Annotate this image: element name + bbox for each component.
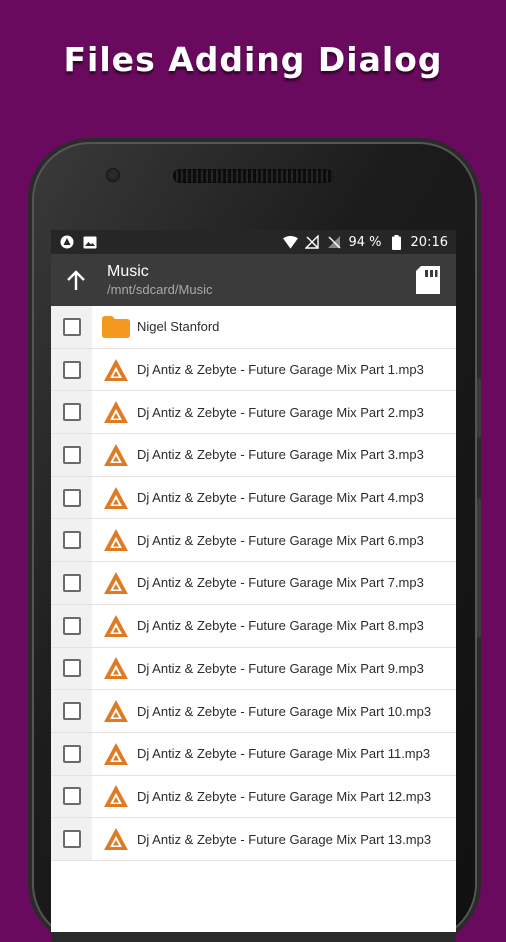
navigate-up-button[interactable]: [51, 254, 101, 306]
no-signal-icon: [305, 235, 320, 250]
status-bar: 94 % 20:16: [51, 230, 456, 254]
audio-file-icon: [101, 568, 131, 598]
checkbox-cell[interactable]: [51, 348, 92, 391]
storage-select-button[interactable]: [416, 266, 444, 296]
checkbox-cell[interactable]: [51, 391, 92, 434]
select-checkbox[interactable]: [62, 830, 81, 849]
file-name: Dj Antiz & Zebyte - Future Garage Mix Pa…: [137, 703, 432, 719]
checkbox-cell[interactable]: [51, 306, 92, 348]
phone-screen: 94 % 20:16 Music /mnt/sdcard/Music Nigel…: [51, 230, 456, 942]
file-row[interactable]: Dj Antiz & Zebyte - Future Garage Mix Pa…: [51, 476, 456, 520]
no-sim-icon: [327, 235, 342, 250]
volume-button: [477, 378, 481, 438]
select-checkbox[interactable]: [62, 360, 81, 379]
checkbox-cell[interactable]: [51, 775, 92, 818]
file-row[interactable]: Dj Antiz & Zebyte - Future Garage Mix Pa…: [51, 690, 456, 733]
folder-row[interactable]: Nigel Stanford: [51, 306, 456, 349]
checkbox-cell[interactable]: [51, 562, 92, 604]
file-name: Dj Antiz & Zebyte - Future Garage Mix Pa…: [137, 575, 424, 591]
audio-file-icon: [101, 483, 131, 513]
file-name: Dj Antiz & Zebyte - Future Garage Mix Pa…: [137, 362, 424, 378]
file-name: Dj Antiz & Zebyte - Future Garage Mix Pa…: [137, 660, 424, 676]
bottom-bar: [51, 932, 456, 942]
image-icon: [82, 235, 97, 250]
file-row[interactable]: Dj Antiz & Zebyte - Future Garage Mix Pa…: [51, 775, 456, 819]
select-checkbox[interactable]: [62, 744, 81, 763]
audio-file-icon: [101, 824, 131, 854]
audio-file-icon: [101, 440, 131, 470]
folder-path: /mnt/sdcard/Music: [107, 282, 213, 297]
clock: 20:16: [410, 234, 448, 250]
wifi-icon: [282, 235, 298, 250]
select-checkbox[interactable]: [62, 702, 81, 721]
file-name: Nigel Stanford: [137, 319, 220, 335]
toolbar: Music /mnt/sdcard/Music: [51, 254, 456, 306]
notification-a-icon: [59, 235, 74, 250]
folder-title: Music: [107, 263, 149, 280]
sd-card-icon: [416, 266, 440, 294]
promo-title: Files Adding Dialog: [63, 40, 443, 79]
file-name: Dj Antiz & Zebyte - Future Garage Mix Pa…: [137, 532, 424, 548]
file-name: Dj Antiz & Zebyte - Future Garage Mix Pa…: [137, 618, 424, 634]
checkbox-cell[interactable]: [51, 476, 92, 519]
file-row[interactable]: Dj Antiz & Zebyte - Future Garage Mix Pa…: [51, 434, 456, 477]
battery-icon: [389, 234, 404, 250]
select-checkbox[interactable]: [62, 573, 81, 592]
file-row[interactable]: Dj Antiz & Zebyte - Future Garage Mix Pa…: [51, 519, 456, 563]
folder-icon: [101, 312, 131, 342]
file-row[interactable]: Dj Antiz & Zebyte - Future Garage Mix Pa…: [51, 732, 456, 776]
file-row[interactable]: Dj Antiz & Zebyte - Future Garage Mix Pa…: [51, 818, 456, 861]
file-name: Dj Antiz & Zebyte - Future Garage Mix Pa…: [137, 490, 424, 506]
arrow-up-icon: [67, 270, 85, 290]
select-checkbox[interactable]: [62, 787, 81, 806]
file-name: Dj Antiz & Zebyte - Future Garage Mix Pa…: [137, 404, 424, 420]
select-checkbox[interactable]: [62, 531, 81, 550]
audio-file-icon: [101, 653, 131, 683]
file-row[interactable]: Dj Antiz & Zebyte - Future Garage Mix Pa…: [51, 348, 456, 392]
audio-file-icon: [101, 611, 131, 641]
checkbox-cell[interactable]: [51, 434, 92, 476]
audio-file-icon: [101, 739, 131, 769]
select-checkbox[interactable]: [62, 488, 81, 507]
checkbox-cell[interactable]: [51, 818, 92, 860]
select-checkbox[interactable]: [62, 317, 81, 336]
checkbox-cell[interactable]: [51, 732, 92, 775]
checkbox-cell[interactable]: [51, 519, 92, 562]
audio-file-icon: [101, 397, 131, 427]
select-checkbox[interactable]: [62, 659, 81, 678]
checkbox-cell[interactable]: [51, 647, 92, 690]
file-name: Dj Antiz & Zebyte - Future Garage Mix Pa…: [137, 746, 431, 762]
battery-percent: 94 %: [348, 234, 382, 250]
audio-file-icon: [101, 355, 131, 385]
select-checkbox[interactable]: [62, 403, 81, 422]
audio-file-icon: [101, 696, 131, 726]
select-checkbox[interactable]: [62, 616, 81, 635]
phone-frame: 94 % 20:16 Music /mnt/sdcard/Music Nigel…: [32, 142, 481, 942]
file-name: Dj Antiz & Zebyte - Future Garage Mix Pa…: [137, 831, 432, 847]
earpiece-speaker: [173, 169, 333, 183]
power-button: [477, 498, 481, 638]
select-checkbox[interactable]: [62, 445, 81, 464]
file-row[interactable]: Dj Antiz & Zebyte - Future Garage Mix Pa…: [51, 604, 456, 648]
checkbox-cell[interactable]: [51, 690, 92, 732]
audio-file-icon: [101, 781, 131, 811]
front-camera: [106, 168, 120, 182]
file-row[interactable]: Dj Antiz & Zebyte - Future Garage Mix Pa…: [51, 562, 456, 605]
audio-file-icon: [101, 525, 131, 555]
file-row[interactable]: Dj Antiz & Zebyte - Future Garage Mix Pa…: [51, 647, 456, 691]
file-name: Dj Antiz & Zebyte - Future Garage Mix Pa…: [137, 447, 424, 463]
checkbox-cell[interactable]: [51, 604, 92, 647]
file-row[interactable]: Dj Antiz & Zebyte - Future Garage Mix Pa…: [51, 391, 456, 435]
file-list: Nigel Stanford Dj Antiz & Zebyte - Future…: [51, 306, 456, 861]
file-name: Dj Antiz & Zebyte - Future Garage Mix Pa…: [137, 788, 432, 804]
